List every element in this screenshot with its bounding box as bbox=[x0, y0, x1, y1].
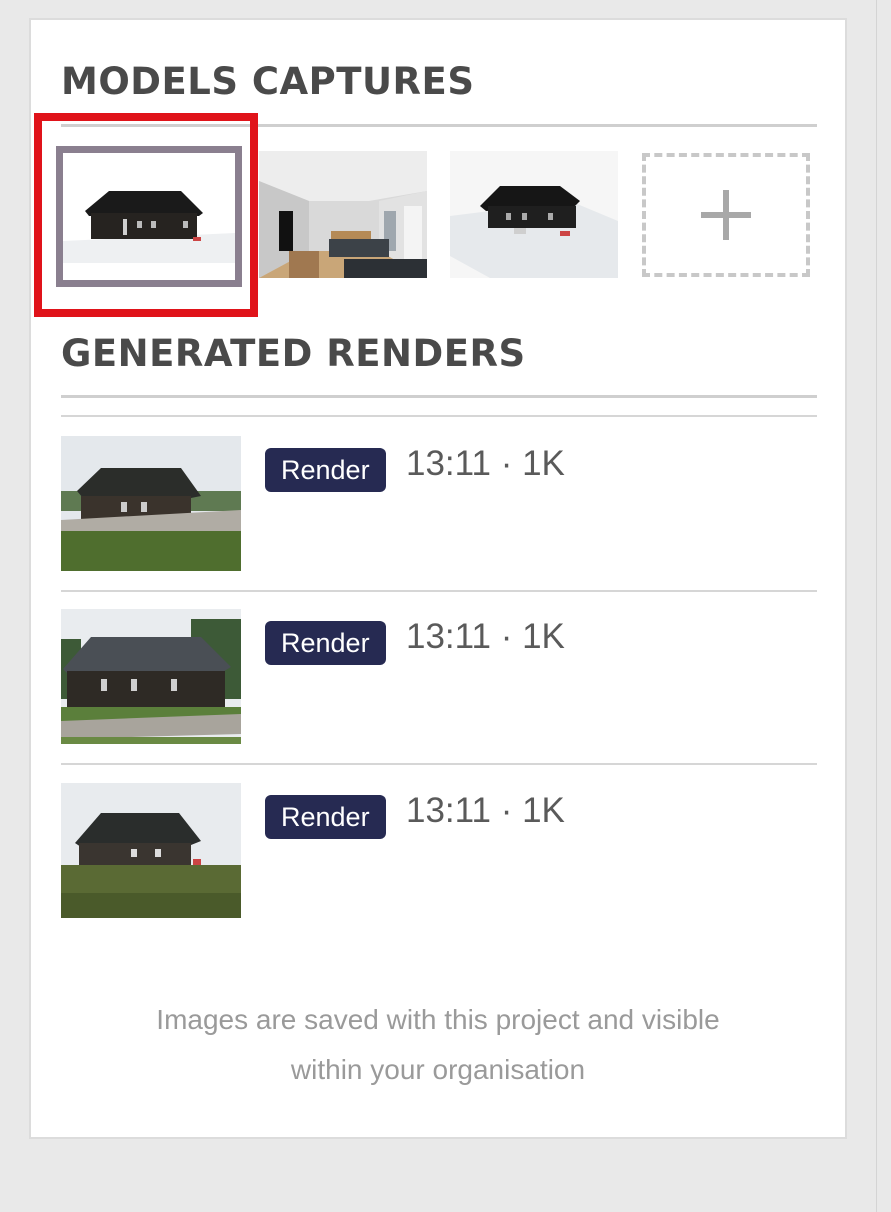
render-meta: 13:11 · 1K bbox=[406, 444, 565, 483]
render-meta: 13:11 · 1K bbox=[406, 617, 565, 656]
capture-thumbnail-3[interactable] bbox=[450, 151, 618, 278]
footer-line-1: Images are saved with this project and v… bbox=[156, 1004, 720, 1035]
plus-icon bbox=[701, 190, 751, 240]
house-angle-image bbox=[450, 151, 618, 278]
render-thumbnail[interactable] bbox=[61, 436, 241, 571]
render-meta: 13:11 · 1K bbox=[406, 791, 565, 830]
models-captures-title: MODELS CAPTURES bbox=[61, 60, 475, 103]
scrollbar-track[interactable] bbox=[876, 0, 891, 1212]
render-image bbox=[61, 609, 241, 744]
generated-renders-title: GENERATED RENDERS bbox=[61, 332, 526, 375]
divider bbox=[61, 395, 817, 398]
divider bbox=[61, 590, 817, 592]
render-item[interactable]: Render 13:11 · 1K bbox=[61, 609, 817, 745]
render-item[interactable]: Render 13:11 · 1K bbox=[61, 436, 817, 572]
render-badge: Render bbox=[265, 795, 386, 839]
divider bbox=[61, 763, 817, 765]
render-item[interactable]: Render 13:11 · 1K bbox=[61, 783, 817, 919]
render-thumbnail[interactable] bbox=[61, 609, 241, 744]
add-capture-button[interactable] bbox=[642, 153, 810, 277]
render-badge: Render bbox=[265, 621, 386, 665]
divider bbox=[61, 415, 817, 417]
footer-note: Images are saved with this project and v… bbox=[31, 995, 845, 1095]
capture-thumbnail-1[interactable] bbox=[56, 146, 242, 287]
render-image bbox=[61, 783, 241, 918]
render-image bbox=[61, 436, 241, 571]
house-model-image bbox=[63, 153, 235, 280]
footer-line-2: within your organisation bbox=[290, 1054, 586, 1085]
images-panel: MODELS CAPTURES GENERATED RENDERS Render… bbox=[29, 18, 847, 1139]
capture-thumbnail-2[interactable] bbox=[259, 151, 427, 278]
render-badge: Render bbox=[265, 448, 386, 492]
interior-image bbox=[259, 151, 427, 278]
render-thumbnail[interactable] bbox=[61, 783, 241, 918]
